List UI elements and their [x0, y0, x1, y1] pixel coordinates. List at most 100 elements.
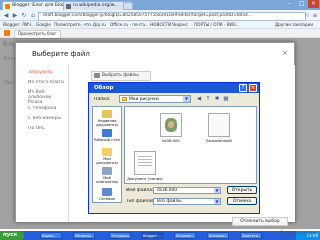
file-name-label: Имя файла:	[126, 188, 154, 193]
reload-icon[interactable]: ↻	[20, 12, 28, 19]
bookmark-item[interactable]: ПОРТЫ / ОПК - ВИЗ...	[194, 21, 240, 29]
back-arrow-icon[interactable]: ◀	[2, 12, 10, 19]
bookmark-item[interactable]: Google	[36, 21, 51, 29]
wrench-icon[interactable]: ≡	[311, 12, 319, 19]
back-icon[interactable]: ◀	[195, 95, 203, 103]
text-line	[138, 165, 152, 166]
bookmark-item[interactable]: Qip.ru	[93, 21, 106, 29]
image-thumbnail-icon	[160, 113, 182, 137]
forward-arrow-icon[interactable]: ▶	[11, 12, 19, 19]
text-line	[138, 159, 152, 160]
maximize-window-icon[interactable]: □	[296, 0, 307, 8]
view-menu-icon[interactable]: ▦	[222, 95, 230, 103]
star-icon[interactable]: ☆	[303, 12, 311, 19]
dialog-title-bar[interactable]: Обзор	[89, 83, 259, 93]
chevron-down-icon: ▼	[214, 199, 220, 204]
place-my-documents[interactable]: Мои документы	[93, 148, 121, 165]
side-item-url[interactable]: По URL	[28, 126, 45, 131]
side-item-from-blog[interactable]: Из этого блога	[28, 80, 64, 85]
taskbar-item[interactable]: Ищем...	[40, 232, 62, 239]
network-icon	[102, 188, 112, 196]
minimize-window-icon[interactable]: –	[284, 0, 295, 8]
start-button[interactable]: пуск	[0, 231, 24, 240]
file-item[interactable]: Безымянный	[201, 113, 237, 144]
open-file-dialog: Обзор ? × Папка: Мои рисунки ▼ ◀ ↑ ✱ ▦ Н…	[88, 82, 260, 214]
close-window-icon[interactable]: ×	[308, 0, 319, 8]
file-item[interactable]: ds36.000	[153, 113, 189, 144]
tab-label: ru.wikipedia.org/w...	[73, 3, 119, 8]
home-icon[interactable]: ⌂	[29, 12, 37, 19]
my-computer-icon	[102, 167, 112, 175]
place-recent[interactable]: Недавние документы	[93, 110, 121, 127]
place-my-computer[interactable]: Мой компьютер	[93, 167, 121, 184]
wikipedia-favicon	[66, 4, 71, 9]
file-type-select[interactable]: Все файлы ▼	[153, 198, 221, 205]
look-in-label: Папка:	[94, 97, 111, 102]
file-name-input[interactable]: ds36.000 ▼	[153, 187, 221, 194]
place-desktop[interactable]: Рабочий стол	[93, 129, 121, 142]
help-icon[interactable]: ?	[239, 84, 247, 92]
photo-face	[168, 121, 174, 128]
side-item-webcam[interactable]: С веб-камеры	[28, 116, 61, 121]
desktop-icon	[102, 129, 112, 137]
blogger-favicon	[5, 4, 10, 9]
file-name: ds36.000	[162, 138, 180, 143]
place-label: Мои документы	[96, 157, 118, 165]
file-name: Документ (копия)	[127, 176, 163, 181]
picker-title: Выберите файл	[32, 50, 90, 58]
taskbar-item[interactable]: Тетрадка...	[109, 232, 131, 239]
text-line	[138, 156, 152, 157]
side-item-phone[interactable]: С телефона	[28, 106, 57, 111]
file-type-value: Все файлы	[157, 199, 182, 204]
bookmark-item[interactable]: Blogger: ЛИЧ...	[3, 21, 35, 29]
upload-icon	[94, 73, 100, 78]
bookmark-item[interactable]: Яндекс	[172, 21, 188, 29]
close-icon[interactable]: ×	[249, 84, 257, 92]
look-in-select[interactable]: Мои рисунки ▼	[119, 95, 191, 103]
bookmark-item[interactable]: Посмотрите, что ...	[54, 21, 96, 29]
side-item-picasa[interactable]: Из Веб-альбомов Picasa	[28, 90, 66, 105]
place-label: Недавние документы	[96, 119, 118, 127]
close-icon[interactable]: ×	[282, 49, 288, 57]
place-label: Рабочий стол	[94, 138, 120, 142]
file-list: ds36.000 Безымянный Документ (копия)	[124, 106, 257, 184]
taskbar-item[interactable]: Заметки...	[240, 232, 262, 239]
side-item-upload[interactable]: Загрузить	[28, 70, 53, 75]
dialog-title: Обзор	[94, 85, 114, 91]
blogger-logo-icon	[4, 30, 10, 36]
taskbar-item[interactable]: Безымян...	[207, 232, 229, 239]
recent-documents-icon	[102, 110, 112, 118]
text-line	[138, 162, 152, 163]
bookmark-item[interactable]: Другие закладки	[275, 21, 313, 29]
new-tab-button[interactable]	[123, 2, 133, 10]
address-toolbar: ◀ ▶ ↻ ⌂ draft.blogger.com/blogger.g?blog…	[0, 10, 320, 21]
send-feedback-link[interactable]: Отправить отзыв	[280, 230, 316, 235]
bookmark-item[interactable]: НОВОСТИ	[150, 21, 171, 29]
taskbar-item[interactable]: Windows...	[73, 232, 95, 239]
cancel-button[interactable]: Отмена	[227, 197, 257, 205]
taskbar-item[interactable]: Безымян...	[174, 232, 196, 239]
blogger-header: Просмотреть блог	[0, 29, 320, 39]
my-documents-icon	[102, 148, 112, 156]
chevron-down-icon: ▼	[183, 96, 190, 102]
browser-tab-bar: Blogger: Блог для Бlоггер... × ru.wikipe…	[0, 0, 320, 11]
file-item[interactable]: Документ (копия)	[127, 151, 163, 182]
bookmarks-bar: Blogger: ЛИЧ... Google Посмотрите, что .…	[0, 21, 320, 29]
windows-taskbar: пуск Ищем... Windows... Тетрадка... Blog…	[0, 231, 320, 240]
bookmark-item[interactable]: Office.ru - почта...	[110, 21, 149, 29]
choose-files-label: Выбрать файлы	[102, 73, 139, 78]
file-name-value: ds36.000	[157, 188, 178, 193]
file-name: Безымянный	[206, 138, 232, 143]
url-input[interactable]: draft.blogger.com/blogger.g?blogID=80258…	[38, 12, 306, 21]
up-folder-icon[interactable]: ↑	[204, 95, 212, 103]
document-thumbnail-icon	[134, 151, 156, 175]
choose-files-button[interactable]: Выбрать файлы	[91, 71, 151, 81]
place-network[interactable]: Сетевое	[93, 188, 121, 201]
taskbar-item-active[interactable]: Blogger: ...	[141, 232, 163, 239]
new-folder-icon[interactable]: ✱	[213, 95, 221, 103]
open-button[interactable]: Открыть	[227, 186, 257, 194]
chevron-down-icon: ▼	[214, 188, 220, 193]
picker-sidebar: Загрузить Из этого блога Из Веб-альбомов…	[16, 65, 69, 222]
picker-cancel-button[interactable]: Отменить выбор	[232, 217, 288, 226]
place-label: Сетевое	[99, 197, 115, 201]
